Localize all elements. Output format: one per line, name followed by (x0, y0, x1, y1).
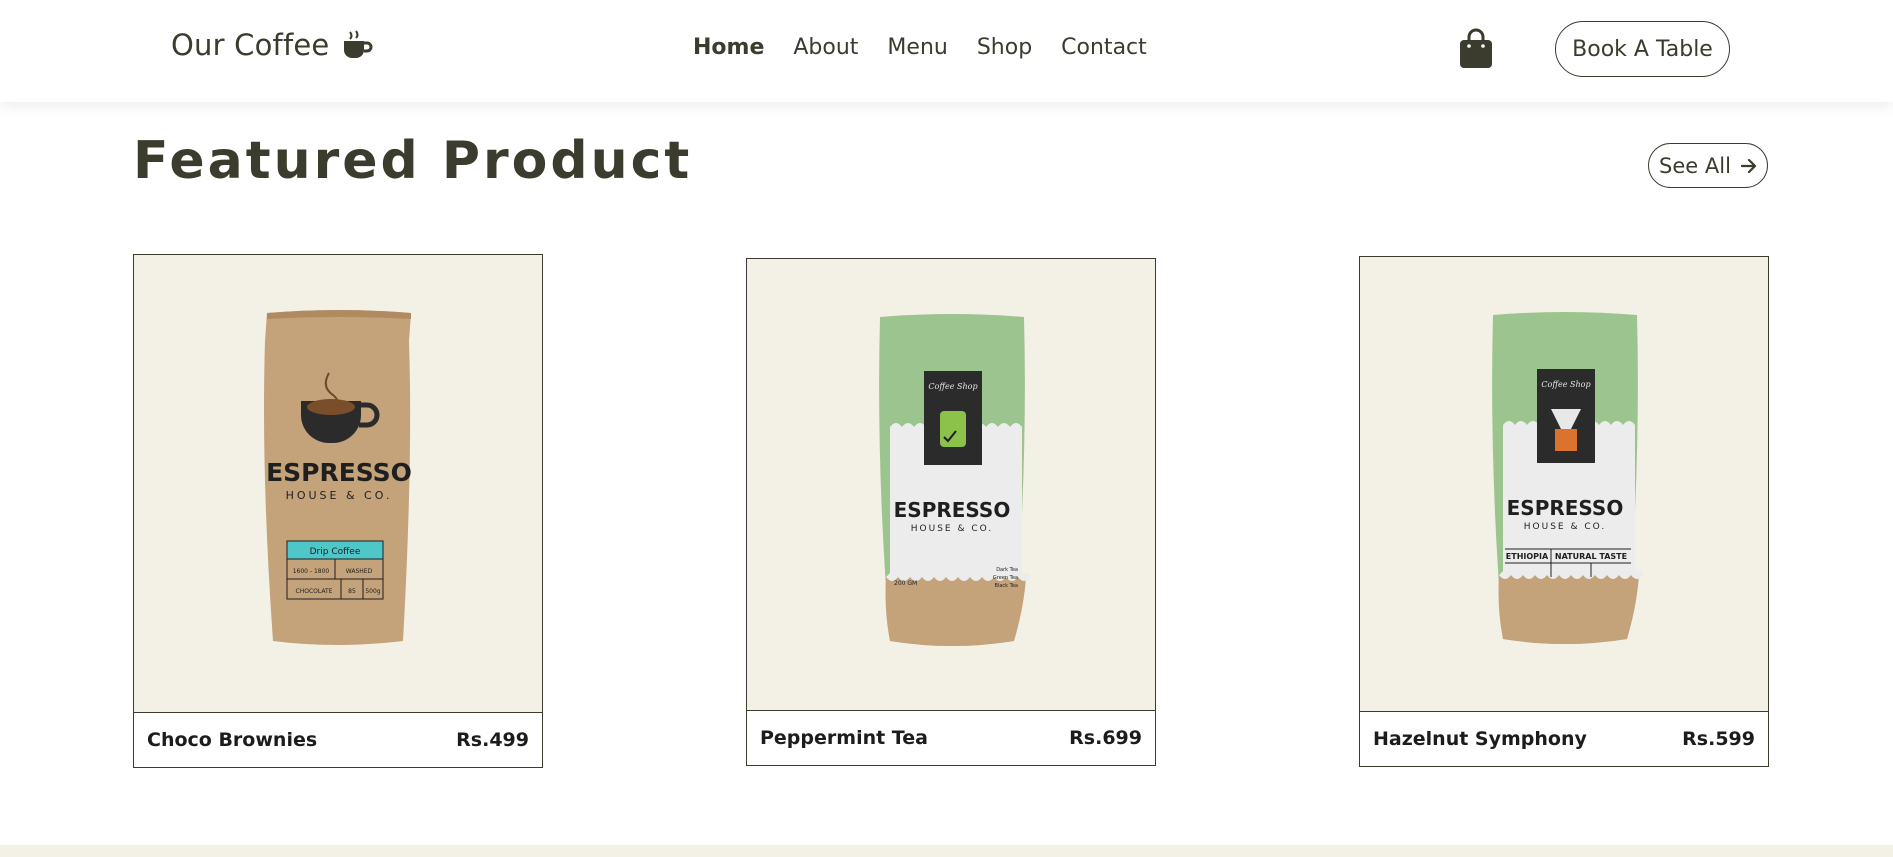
product-image: Coffee Shop ESPRESSO HOUSE & CO. ETHIOPI… (1360, 257, 1768, 712)
product-card[interactable]: ESPRESSO HOUSE & CO. Drip Coffee 1600 - … (133, 254, 543, 768)
nav-contact[interactable]: Contact (1061, 35, 1147, 60)
product-info: Hazelnut Symphony Rs.599 (1360, 712, 1768, 766)
bag-cell: WASHED (346, 568, 373, 575)
book-table-button[interactable]: Book A Table (1555, 21, 1730, 77)
coffee-cup-icon (341, 30, 373, 60)
bag-cell: 1600 - 1800 (293, 568, 330, 575)
see-all-button[interactable]: See All (1648, 143, 1768, 188)
nav-about[interactable]: About (793, 35, 858, 60)
logo[interactable]: Our Coffee (171, 28, 373, 62)
nav-menu[interactable]: Menu (887, 35, 947, 60)
bag-sub: HOUSE & CO. (911, 524, 993, 534)
arrow-right-icon (1740, 154, 1757, 178)
nav-shop[interactable]: Shop (977, 35, 1032, 60)
product-name: Peppermint Tea (760, 727, 928, 749)
product-price: Rs.499 (456, 729, 529, 751)
logo-text: Our Coffee (171, 28, 330, 62)
main-nav: Home About Menu Shop Contact (693, 35, 1147, 60)
bag-cell: 500g (365, 588, 380, 595)
product-card[interactable]: Coffee Shop ESPRESSO HOUSE & CO. ETHIOPI… (1359, 256, 1769, 767)
bag-note: Green Tea (993, 575, 1018, 581)
bag-cell: 85 (348, 588, 356, 595)
bag-note: Dark Tea (996, 567, 1018, 573)
bag-taste: NATURAL TASTE (1555, 552, 1627, 561)
product-image: Coffee Shop ESPRESSO HOUSE & CO. 200 GM … (747, 259, 1155, 711)
bag-origin: ETHIOPIA (1506, 552, 1549, 561)
shopping-bag-icon[interactable] (1458, 28, 1494, 74)
bag-brand: ESPRESSO (1507, 496, 1624, 520)
nav-home[interactable]: Home (693, 35, 764, 60)
bag-badge: Coffee Shop (1541, 380, 1590, 389)
bag-brand: ESPRESSO (266, 458, 412, 487)
product-info: Choco Brownies Rs.499 (134, 713, 542, 767)
bag-sub: HOUSE & CO. (1524, 522, 1606, 532)
site-header: Our Coffee Home About Menu Shop Contact … (0, 0, 1893, 102)
bag-note: Black Tea (995, 583, 1018, 589)
product-name: Hazelnut Symphony (1373, 728, 1587, 750)
bag-cell: CHOCOLATE (296, 588, 333, 595)
see-all-label: See All (1659, 153, 1731, 178)
bag-badge: Coffee Shop (928, 382, 977, 391)
product-card[interactable]: Coffee Shop ESPRESSO HOUSE & CO. 200 GM … (746, 258, 1156, 766)
product-price: Rs.599 (1682, 728, 1755, 750)
bag-brand: ESPRESSO (894, 498, 1011, 522)
section-title: Featured Product (133, 131, 693, 191)
product-name: Choco Brownies (147, 729, 318, 751)
footer-strip (0, 845, 1893, 857)
bag-weight: 200 GM (894, 580, 917, 587)
product-image: ESPRESSO HOUSE & CO. Drip Coffee 1600 - … (134, 255, 542, 713)
bag-label-title: Drip Coffee (310, 547, 361, 557)
product-price: Rs.699 (1069, 727, 1142, 749)
bag-sub: HOUSE & CO. (286, 489, 393, 502)
product-info: Peppermint Tea Rs.699 (747, 711, 1155, 765)
